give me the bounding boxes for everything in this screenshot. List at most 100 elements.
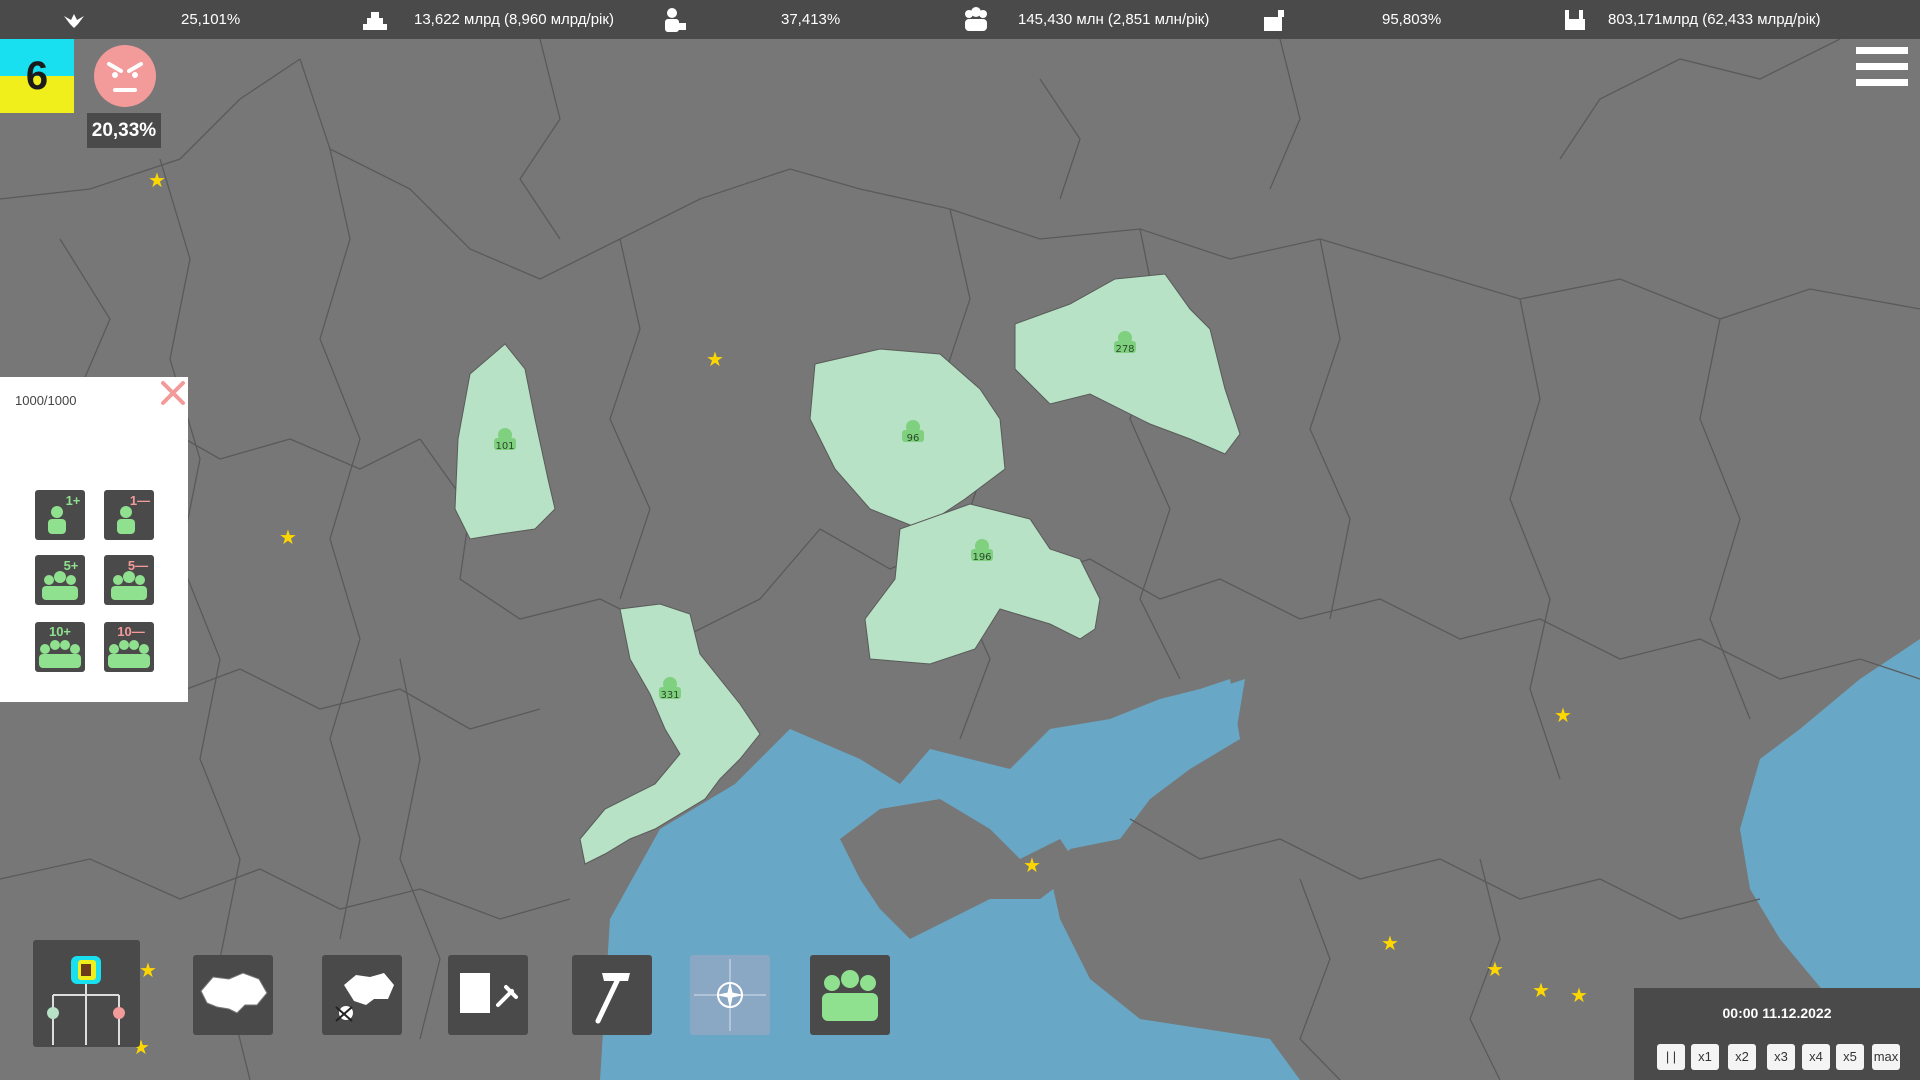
capital-star-icon: ★	[1532, 978, 1550, 1002]
menu-line	[1856, 47, 1908, 54]
unit-marker-label: 196	[972, 552, 991, 563]
angry-face-icon[interactable]	[93, 44, 157, 108]
crowd-head	[40, 644, 50, 654]
worker-icon	[665, 8, 686, 32]
soldier-body	[48, 519, 66, 534]
army-soldier-left-head	[824, 975, 840, 991]
build-button[interactable]	[572, 955, 652, 1035]
alliance-tree-button[interactable]	[33, 940, 140, 1047]
crowd-head	[50, 640, 60, 650]
crowd-bodies	[108, 654, 150, 668]
factory-building	[1565, 19, 1585, 30]
speed-x3-button[interactable]: x3	[1767, 1044, 1795, 1070]
capital-star-icon: ★	[148, 168, 166, 192]
add-10-soldiers-button[interactable]: 10+	[35, 622, 85, 672]
speed-x1-button[interactable]: x1	[1691, 1044, 1719, 1070]
soldier-icon: 1+	[48, 493, 81, 534]
country-flag-level[interactable]: 6	[0, 39, 74, 113]
soldiers-group-icon	[822, 970, 878, 1021]
face-left-eye	[112, 72, 118, 78]
close-icon-stroke	[161, 381, 185, 405]
stat-population-value: 145,430 млн (2,851 млн/рік)	[1018, 11, 1210, 28]
unit-marker-label: 331	[660, 690, 679, 701]
menu-icon[interactable]	[1856, 47, 1908, 99]
nato-button[interactable]	[690, 955, 770, 1035]
troop-button-label: 5—	[128, 558, 148, 573]
capital-star-icon: ★	[706, 347, 724, 371]
crowd-head	[119, 640, 129, 650]
remove-10-soldiers-button[interactable]: 10—	[104, 622, 154, 672]
documents-law-icon	[460, 973, 518, 1013]
unit-marker-label: 96	[907, 433, 920, 444]
war-map-button[interactable]	[322, 955, 402, 1035]
menu-line	[1856, 79, 1908, 86]
remove-1-soldier-button[interactable]: 1—	[104, 490, 154, 540]
capital-star-icon: ★	[1381, 931, 1399, 955]
game-map[interactable]: ★ ★ ★ ★ ★ ★ ★ ★ ★ ★ ★ ★ 101 96 278	[0, 39, 1920, 1080]
laws-button[interactable]	[448, 955, 528, 1035]
capital-star-icon: ★	[139, 958, 157, 982]
tree-node-left	[47, 1007, 59, 1019]
soldier-right-head	[66, 575, 76, 585]
stat-business-value: 95,803%	[1382, 11, 1442, 28]
tree-root-badge-core	[81, 964, 91, 976]
army-soldier-right-head	[860, 975, 876, 991]
stats-bar: 25,101% 13,622 млрд (8,960 млрд/рік) 37,…	[0, 0, 1920, 39]
worker-head	[667, 8, 677, 18]
soldier-head	[51, 506, 63, 518]
add-1-soldier-button[interactable]: 1+	[35, 490, 85, 540]
ukraine-regions-map-button[interactable]	[193, 955, 273, 1035]
army-button[interactable]	[810, 955, 890, 1035]
person-right-head	[979, 10, 987, 18]
troop-button-label: 10—	[117, 624, 144, 639]
alliance-tree-icon	[47, 956, 125, 1045]
briefcase-flag	[1278, 10, 1284, 17]
speed-x4-button[interactable]: x4	[1802, 1044, 1830, 1070]
soldier-icon: 1—	[117, 493, 150, 534]
troop-count: 1000/1000	[15, 393, 77, 408]
speed-x2-button[interactable]: x2	[1728, 1044, 1756, 1070]
hammer-handle	[595, 976, 621, 1024]
crowd-head	[129, 640, 139, 650]
remove-5-soldiers-button[interactable]: 5—	[104, 555, 154, 605]
ukraine-regions-map-icon	[200, 972, 268, 1014]
capital-star-icon: ★	[542, 39, 560, 44]
soldier-left-head	[113, 575, 123, 585]
factory-icon	[1565, 10, 1585, 30]
crowd-head	[60, 640, 70, 650]
pause-button[interactable]: | |	[1657, 1044, 1685, 1070]
troop-button-label: 1+	[66, 493, 81, 508]
capital-star-icon: ★	[1570, 983, 1588, 1007]
nato-compass-icon	[694, 959, 766, 1031]
capital-star-icon: ★	[1554, 703, 1572, 727]
document-sheet	[460, 973, 490, 1013]
crowd-head	[70, 644, 80, 654]
soldiers-group-icon: 5+	[42, 558, 79, 600]
soldier-right-head	[135, 575, 145, 585]
briefcase-body	[1264, 17, 1282, 31]
crowd-head	[109, 644, 119, 654]
face-right-eye	[132, 72, 138, 78]
capital-star-icon: ★	[1023, 853, 1041, 877]
speed-x5-button[interactable]: x5	[1836, 1044, 1864, 1070]
time-panel: 00:00 11.12.2022 | | x1 x2 x3 x4 x5 max	[1634, 988, 1920, 1080]
close-icon[interactable]	[157, 377, 189, 409]
unit-marker-label: 101	[495, 441, 514, 452]
speed-max-button[interactable]: max	[1872, 1044, 1900, 1070]
stat-industry-value: 803,171млрд (62,433 млрд/рік)	[1608, 11, 1821, 28]
game-date-time: 00:00 11.12.2022	[1722, 1005, 1832, 1021]
worker-body	[665, 19, 679, 32]
stat-peace-value: 25,101%	[181, 11, 241, 28]
menu-line	[1856, 63, 1908, 70]
capital-star-icon: ★	[279, 525, 297, 549]
gavel	[496, 985, 518, 1007]
nato-star	[716, 981, 744, 1009]
army-soldiers-bodies	[822, 993, 878, 1021]
crowd-head	[139, 644, 149, 654]
troop-button-label: 5+	[64, 558, 79, 573]
soldier-body	[117, 519, 135, 534]
add-5-soldiers-button[interactable]: 5+	[35, 555, 85, 605]
population-icon	[965, 7, 987, 31]
soldier-left-head	[44, 575, 54, 585]
troop-panel: 1000/1000 1+ 1— 5+ 5— 10+ 10—	[0, 377, 188, 702]
